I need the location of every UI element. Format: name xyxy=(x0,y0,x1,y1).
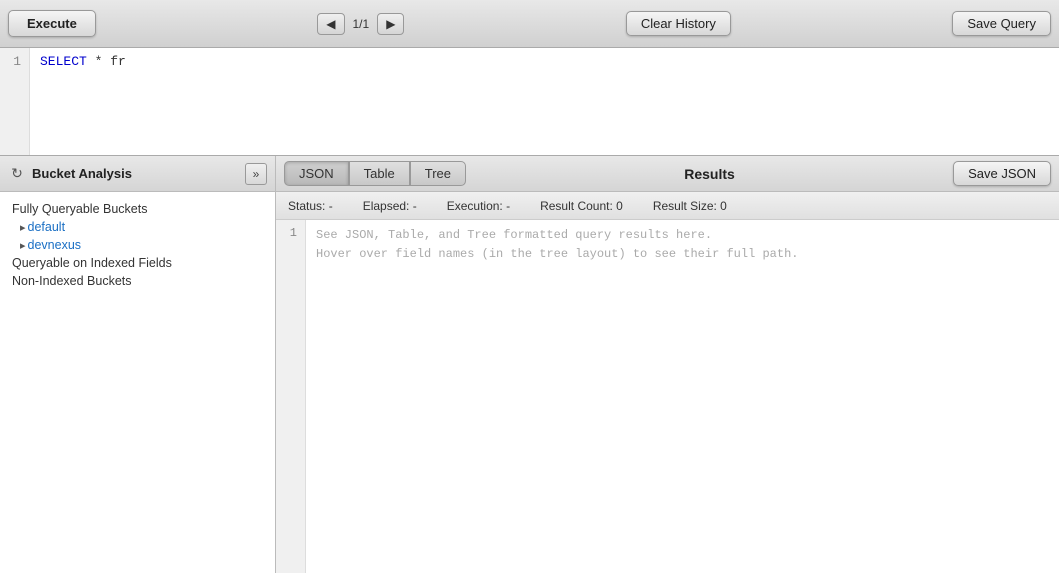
sidebar: ↻ Bucket Analysis » Fully Queryable Buck… xyxy=(0,156,276,573)
arrow-icon-devnexus: ▸ xyxy=(20,239,26,252)
results-title: Results xyxy=(466,166,953,182)
category-non-indexed: Non-Indexed Buckets xyxy=(0,272,275,290)
editor-area: 1 SELECT * fr xyxy=(0,48,1059,156)
clear-history-button[interactable]: Clear History xyxy=(626,11,731,36)
execution-label: Execution: - xyxy=(447,199,510,213)
expand-button[interactable]: » xyxy=(245,163,267,185)
editor-content[interactable]: SELECT * fr xyxy=(30,48,1059,155)
result-placeholder-line1: See JSON, Table, and Tree formatted quer… xyxy=(316,226,1049,245)
nav-group: ◀ 1/1 ▶ xyxy=(317,13,404,35)
save-json-button[interactable]: Save JSON xyxy=(953,161,1051,186)
nav-next-button[interactable]: ▶ xyxy=(377,13,404,35)
sidebar-content: Fully Queryable Buckets ▸default ▸devnex… xyxy=(0,192,275,573)
bucket-item-devnexus[interactable]: ▸devnexus xyxy=(0,236,275,254)
results-content: 1 See JSON, Table, and Tree formatted qu… xyxy=(276,220,1059,573)
category-fully-queryable: Fully Queryable Buckets xyxy=(0,200,275,218)
result-line-number-1: 1 xyxy=(284,226,297,240)
execute-button[interactable]: Execute xyxy=(8,10,96,37)
bucket-item-default[interactable]: ▸default xyxy=(0,218,275,236)
result-text-area: See JSON, Table, and Tree formatted quer… xyxy=(306,220,1059,573)
result-line-numbers: 1 xyxy=(276,220,306,573)
tab-json[interactable]: JSON xyxy=(284,161,349,186)
result-placeholder-line2: Hover over field names (in the tree layo… xyxy=(316,245,1049,264)
nav-counter: 1/1 xyxy=(349,17,374,31)
elapsed-label: Elapsed: - xyxy=(363,199,417,213)
result-size-label: Result Size: 0 xyxy=(653,199,727,213)
sql-rest: * fr xyxy=(87,54,126,69)
editor-line-numbers: 1 xyxy=(0,48,30,155)
results-panel: JSON Table Tree Results Save JSON Status… xyxy=(276,156,1059,573)
refresh-icon[interactable]: ↻ xyxy=(8,165,26,183)
result-count-label: Result Count: 0 xyxy=(540,199,623,213)
sql-keyword: SELECT xyxy=(40,54,87,69)
top-toolbar: Execute ◀ 1/1 ▶ Clear History Save Query xyxy=(0,0,1059,48)
nav-prev-button[interactable]: ◀ xyxy=(317,13,344,35)
status-bar: Status: - Elapsed: - Execution: - Result… xyxy=(276,192,1059,220)
tab-tree[interactable]: Tree xyxy=(410,161,466,186)
arrow-icon-default: ▸ xyxy=(20,221,26,234)
status-label: Status: - xyxy=(288,199,333,213)
main-content: ↻ Bucket Analysis » Fully Queryable Buck… xyxy=(0,156,1059,573)
category-queryable-indexed: Queryable on Indexed Fields xyxy=(0,254,275,272)
save-query-button[interactable]: Save Query xyxy=(952,11,1051,36)
line-number-1: 1 xyxy=(8,54,21,69)
sidebar-header: ↻ Bucket Analysis » xyxy=(0,156,275,192)
results-toolbar: JSON Table Tree Results Save JSON xyxy=(276,156,1059,192)
tab-group: JSON Table Tree xyxy=(284,161,466,186)
sidebar-title: Bucket Analysis xyxy=(32,166,239,181)
tab-table[interactable]: Table xyxy=(349,161,410,186)
